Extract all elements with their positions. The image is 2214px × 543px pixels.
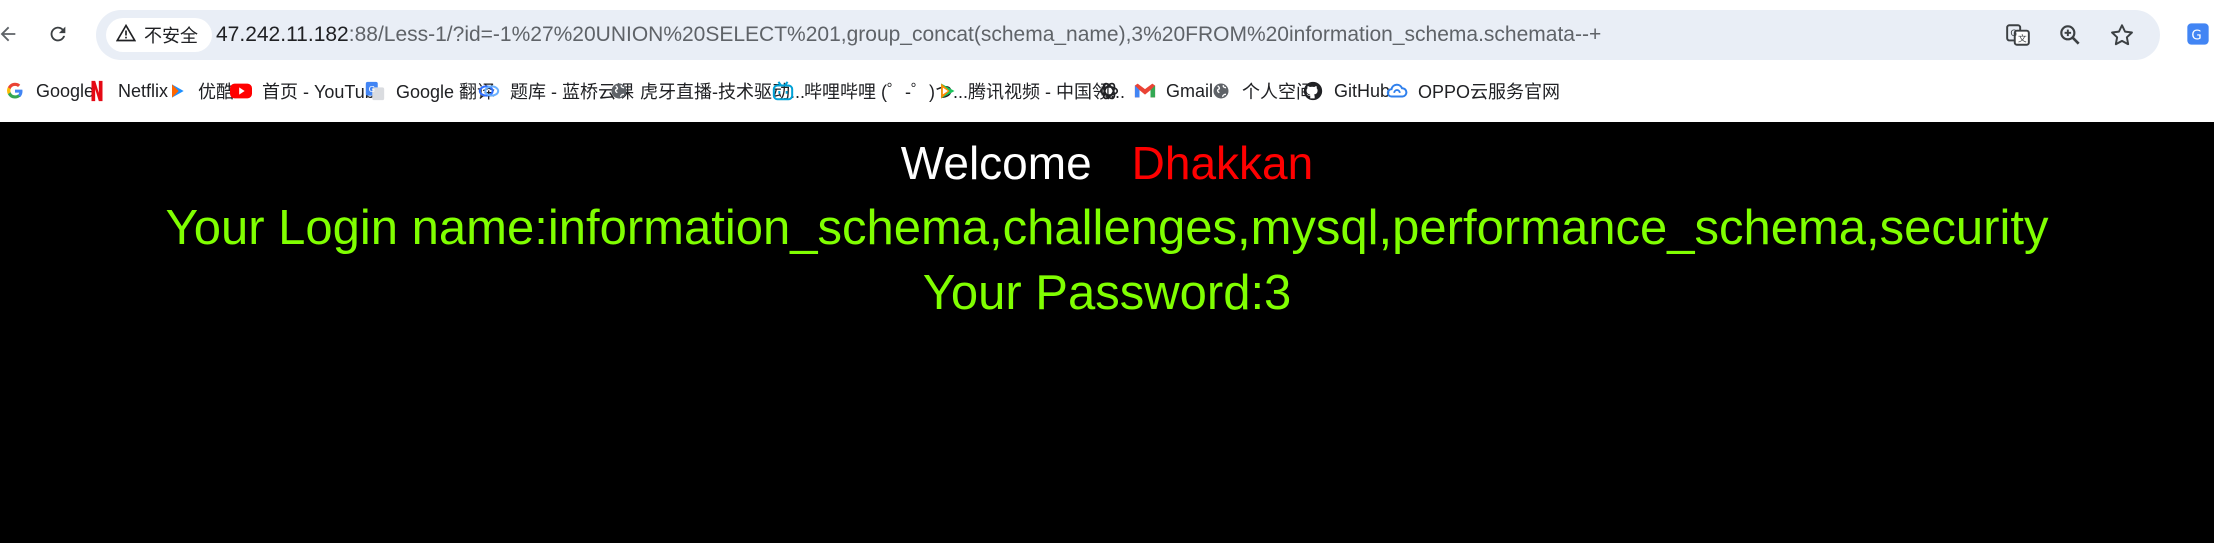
url-path: :88/Less-1/?id=-1%27%20UNION%20SELECT%20… [348, 23, 1602, 46]
bookmark-label: OPPO云服务官网 [1418, 82, 1561, 102]
svg-text:G: G [369, 84, 375, 94]
star-icon[interactable] [2106, 19, 2138, 51]
security-label: 不安全 [144, 26, 198, 46]
bookmark-netflix[interactable]: Netflix [86, 72, 168, 110]
bookmark-google-translate[interactable]: G Google 翻译 [364, 72, 495, 110]
youku-icon [166, 80, 188, 102]
bookmark-personal-space[interactable]: 个人空间 [1210, 72, 1314, 110]
welcome-text: Welcome [900, 137, 1092, 189]
zoom-icon[interactable] [2054, 19, 2086, 51]
login-name-result: Your Login name:information_schema,chall… [165, 201, 2049, 255]
browser-chrome: 不安全 47.242.11.182:88/Less-1/?id=-1%27%20… [0, 0, 2214, 122]
welcome-line: Welcome Dhakkan [0, 134, 2214, 192]
extension-icon[interactable]: G [2182, 18, 2214, 50]
bookmark-label: GitHub [1334, 80, 1391, 101]
tencent-video-icon [936, 80, 958, 102]
youtube-icon [230, 80, 252, 102]
google-icon [4, 80, 26, 102]
browser-toolbar: 不安全 47.242.11.182:88/Less-1/?id=-1%27%20… [0, 0, 2214, 68]
bookmark-gmail[interactable]: Gmail [1134, 72, 1213, 110]
url-text[interactable]: 47.242.11.182:88/Less-1/?id=-1%27%20UNIO… [216, 23, 1601, 47]
globe-icon [1210, 80, 1232, 102]
openai-icon [1098, 80, 1120, 102]
username-text: Dhakkan [1131, 137, 1314, 189]
bookmarks-bar: Google Netflix 优酷 首页 - YouTube G Google … [0, 72, 2214, 110]
svg-text:文: 文 [2018, 33, 2027, 45]
github-icon [1302, 80, 1324, 102]
translate-icon[interactable]: G文 [2002, 19, 2034, 51]
bookmark-label: 优酷 [198, 82, 234, 102]
back-arrow-icon[interactable] [0, 16, 26, 52]
lanqiao-icon [478, 80, 500, 102]
bookmark-label: Netflix [118, 80, 169, 101]
bookmark-youtube[interactable]: 首页 - YouTube [230, 72, 385, 110]
bookmark-label: Gmail [1166, 80, 1214, 101]
password-result: Your Password:3 [922, 266, 1292, 320]
security-chip[interactable]: 不安全 [106, 18, 212, 52]
netflix-icon [86, 80, 108, 102]
svg-text:G: G [2010, 29, 2017, 39]
bookmark-youku[interactable]: 优酷 [166, 72, 234, 110]
bilibili-icon [772, 80, 794, 102]
bookmark-tencent-video[interactable]: 腾讯视频 - 中国领... [936, 72, 1125, 110]
oppo-cloud-icon [1386, 80, 1408, 102]
url-host: 47.242.11.182 [216, 23, 349, 46]
bookmark-github[interactable]: GitHub [1302, 72, 1390, 110]
address-bar[interactable]: 不安全 47.242.11.182:88/Less-1/?id=-1%27%20… [96, 10, 2160, 60]
svg-text:G: G [2191, 28, 2201, 43]
bookmark-openai[interactable] [1098, 72, 1120, 110]
gmail-icon [1134, 80, 1156, 102]
google-translate-icon: G [364, 80, 386, 102]
bookmark-google[interactable]: Google [4, 72, 94, 110]
globe-icon [608, 80, 630, 102]
bookmark-oppo-cloud[interactable]: OPPO云服务官网 [1386, 72, 1560, 110]
warning-icon [115, 23, 137, 48]
reload-icon[interactable] [40, 16, 76, 52]
